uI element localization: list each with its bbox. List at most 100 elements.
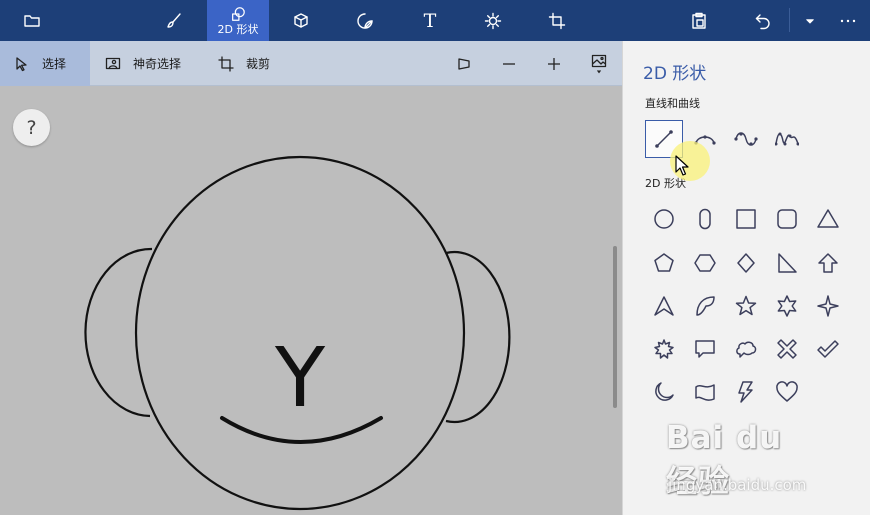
x-shape-tool[interactable]: [768, 330, 806, 368]
lightning-icon: [738, 381, 753, 403]
lines-section-label: 直线和曲线: [645, 97, 700, 110]
history-dropdown-button[interactable]: [797, 0, 823, 41]
star6-tool[interactable]: [768, 287, 806, 325]
thought-bubble-icon: [736, 341, 757, 358]
burst-tool[interactable]: [645, 330, 683, 368]
crop-button[interactable]: 裁剪: [218, 41, 270, 86]
folder-icon: [24, 14, 40, 27]
tab-2d-shapes-label: 2D 形状: [217, 23, 259, 36]
banner-icon: [695, 384, 715, 401]
moon-tool[interactable]: [645, 373, 683, 411]
petal-icon: [696, 296, 715, 316]
vertical-scrollbar[interactable]: [613, 246, 617, 408]
perspective-button[interactable]: [449, 41, 479, 86]
effects-icon: [484, 12, 502, 29]
image-icon: [591, 54, 607, 67]
nose-letter: Y: [274, 331, 326, 426]
x-icon: [777, 339, 797, 359]
tab-3d-shapes[interactable]: [283, 0, 319, 41]
thought-bubble-tool[interactable]: [727, 330, 765, 368]
star4-icon: [817, 295, 839, 317]
paste-icon: [692, 12, 706, 29]
flag-icon: [458, 57, 470, 70]
canvas-icon: [548, 12, 566, 29]
text-icon: T: [423, 9, 437, 32]
diamond-tool[interactable]: [727, 244, 765, 282]
tab-text[interactable]: T: [412, 0, 448, 41]
wave-curve-icon: [775, 132, 799, 146]
circle-tool[interactable]: [645, 200, 683, 238]
square-icon: [736, 209, 756, 229]
undo-icon: [755, 13, 770, 29]
tab-stickers[interactable]: [347, 0, 383, 41]
magic-select-button[interactable]: 神奇选择: [105, 41, 181, 86]
select-tool-label: 选择: [42, 57, 67, 71]
more-icon: [840, 19, 856, 22]
banner-tool[interactable]: [686, 373, 724, 411]
s-curve-tool[interactable]: [727, 120, 765, 158]
pentagon-tool[interactable]: [645, 244, 683, 282]
heart-tool[interactable]: [768, 373, 806, 411]
star4-tool[interactable]: [809, 287, 847, 325]
magic-select-icon: [105, 57, 121, 69]
speech-bubble-tool[interactable]: [686, 330, 724, 368]
paste-button[interactable]: [681, 0, 717, 41]
zoom-out-button[interactable]: [494, 41, 524, 86]
help-button[interactable]: ?: [13, 109, 50, 146]
speech-bubble-icon: [695, 340, 715, 358]
brush-icon: [167, 12, 181, 28]
watermark-url: jingyan.baidu.com: [668, 476, 807, 494]
rounded-square-icon: [777, 209, 797, 229]
mouse-pointer-icon: [675, 155, 689, 176]
cursor-arrow-icon: [16, 56, 27, 71]
magic-select-label: 神奇选择: [133, 57, 182, 71]
chevron-down-icon: [806, 18, 814, 23]
triangle-icon: [817, 209, 839, 228]
line-icon: [655, 130, 673, 148]
petal-tool[interactable]: [686, 287, 724, 325]
left-ear: [84, 247, 153, 418]
menu-folder-button[interactable]: [14, 0, 50, 41]
select-tool-button[interactable]: 选择: [0, 41, 90, 86]
star5-tool[interactable]: [727, 287, 765, 325]
arrowhead-tool[interactable]: [645, 287, 683, 325]
brushes-tab[interactable]: [156, 0, 192, 41]
drawing-canvas[interactable]: Y ?: [0, 86, 622, 515]
tab-2d-shapes[interactable]: 2D 形状: [207, 0, 269, 41]
lightning-tool[interactable]: [727, 373, 765, 411]
baidu-jingyan-watermark: Bai du 经验 jingyan.baidu.com: [666, 420, 826, 500]
capsule-tool[interactable]: [686, 200, 724, 238]
minus-icon: [503, 62, 515, 65]
burst-icon: [654, 339, 674, 359]
hexagon-tool[interactable]: [686, 244, 724, 282]
2d-shapes-icon: [232, 7, 245, 21]
wave-curve-tool[interactable]: [768, 120, 806, 158]
arrow-up-tool[interactable]: [809, 244, 847, 282]
rounded-square-tool[interactable]: [768, 200, 806, 238]
more-options-button[interactable]: [831, 0, 865, 41]
circle-icon: [654, 209, 674, 229]
moon-icon: [655, 382, 674, 401]
tab-effects[interactable]: [475, 0, 511, 41]
right-triangle-tool[interactable]: [768, 244, 806, 282]
panel-title: 2D 形状: [643, 64, 707, 84]
crop-label: 裁剪: [246, 57, 271, 71]
view-options-button[interactable]: [584, 41, 614, 86]
paint3d-window: 2D 形状 T 选择 神奇选择 裁剪 Y ? 2D 形状 直线和曲线 2D 形状…: [0, 0, 870, 515]
secondary-toolbar: 选择 神奇选择 裁剪: [0, 41, 622, 86]
star5-icon: [735, 295, 757, 316]
pentagon-icon: [654, 253, 674, 272]
zoom-in-button[interactable]: [539, 41, 569, 86]
square-tool[interactable]: [727, 200, 765, 238]
check-icon: [817, 340, 839, 358]
star6-icon: [777, 295, 797, 317]
check-shape-tool[interactable]: [809, 330, 847, 368]
crop-icon: [218, 55, 234, 72]
right-triangle-icon: [778, 253, 797, 273]
tab-canvas[interactable]: [539, 0, 575, 41]
triangle-tool[interactable]: [809, 200, 847, 238]
monkey-face-drawing: [84, 155, 511, 511]
undo-button[interactable]: [745, 0, 781, 41]
heart-icon: [776, 381, 798, 402]
arrow-up-icon: [818, 253, 838, 273]
